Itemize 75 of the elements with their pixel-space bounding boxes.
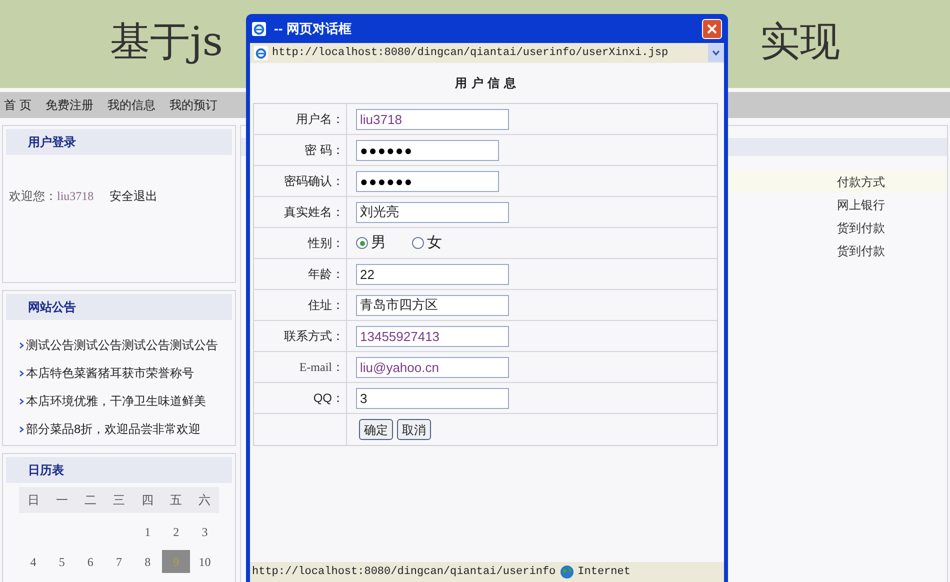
dropdown-icon[interactable] xyxy=(708,44,724,62)
notice-link[interactable]: 部分菜品8折，欢迎品尝非常欢迎 xyxy=(19,420,235,438)
input-field[interactable]: 3 xyxy=(356,388,509,408)
radio-option[interactable]: 男 xyxy=(356,232,386,254)
calendar-day[interactable]: 7 xyxy=(104,550,134,573)
nav-link[interactable]: 免费注册 xyxy=(45,96,94,114)
weekday-label: 一 xyxy=(48,487,76,513)
status-text: http://localhost:8080/dingcan/qiantai/userinfo xyxy=(252,564,556,580)
input-field[interactable]: 13455927413 xyxy=(356,326,509,346)
field-label: 用户名： xyxy=(296,111,344,128)
browser-icon xyxy=(254,46,268,60)
payment-text: 货到付款 xyxy=(837,242,885,260)
calendar-day[interactable]: 1 xyxy=(133,520,162,543)
banner-title: 实现 xyxy=(760,22,840,62)
input-field[interactable]: liu3718 xyxy=(356,108,509,130)
field-label: 密码确认： xyxy=(284,173,344,190)
notice-link[interactable]: 本店环境优雅，干净卫生味道鲜美 xyxy=(19,392,235,410)
field-label: QQ： xyxy=(313,390,344,407)
field-label: 性别： xyxy=(308,235,344,252)
weekday-label: 二 xyxy=(76,487,105,513)
calendar-day[interactable]: 5 xyxy=(48,550,76,573)
weekday-label: 四 xyxy=(133,487,162,513)
field-label: 真实姓名： xyxy=(284,204,344,221)
password-field[interactable]: ●●●●●● xyxy=(356,140,499,160)
input-field[interactable]: 青岛市四方区 xyxy=(356,294,509,316)
field-label: E-mail： xyxy=(299,359,344,376)
radio-button[interactable] xyxy=(412,237,424,249)
browser-icon xyxy=(252,22,266,36)
close-button[interactable] xyxy=(702,18,722,38)
chevron-icon xyxy=(19,398,24,404)
input-field[interactable]: liu@yahoo.cn xyxy=(356,356,509,378)
banner-title: 基于js xyxy=(110,22,223,62)
panel-title: 网站公告 xyxy=(28,299,76,316)
radio-option[interactable]: 女 xyxy=(412,232,442,254)
dialog-title: -- 网页对话框 xyxy=(274,20,352,38)
address-text: http://localhost:8080/dingcan/qiantai/userinfo/userXinxi.jsp xyxy=(272,46,668,61)
form-button[interactable]: 确定 xyxy=(359,419,393,440)
calendar-day[interactable]: 2 xyxy=(162,520,190,543)
payment-text: 货到付款 xyxy=(837,220,885,236)
chevron-icon xyxy=(19,342,24,348)
payment-text: 付款方式 xyxy=(837,174,885,190)
weekday-label: 三 xyxy=(104,487,134,513)
globe-icon xyxy=(560,565,574,579)
nav-link[interactable]: 我的信息 xyxy=(107,96,156,114)
nav-link[interactable]: 我的预订 xyxy=(169,96,218,114)
password-field[interactable]: ●●●●●● xyxy=(356,170,499,192)
notice-link[interactable]: 测试公告测试公告测试公告测试公告 xyxy=(19,336,235,354)
weekday-label: 六 xyxy=(190,487,219,513)
close-icon xyxy=(707,24,717,34)
status-zone: Internet xyxy=(578,564,630,580)
input-field[interactable]: 刘光亮 xyxy=(356,202,509,222)
welcome-text: 欢迎您：liu3718 xyxy=(9,188,94,205)
panel-title: 日历表 xyxy=(28,462,64,479)
weekday-label: 五 xyxy=(162,487,190,513)
input-field[interactable]: 22 xyxy=(356,264,509,284)
panel-title: 用户登录 xyxy=(28,134,76,151)
payment-text: 网上银行 xyxy=(837,196,885,214)
calendar-day[interactable]: 4 xyxy=(19,550,48,573)
field-label: 年龄： xyxy=(308,266,344,283)
field-label: 密 码： xyxy=(304,142,344,159)
field-label: 联系方式： xyxy=(284,328,344,345)
calendar-day[interactable]: 6 xyxy=(76,550,105,573)
notice-link[interactable]: 本店特色菜酱猪耳获市荣誉称号 xyxy=(19,364,235,382)
chevron-icon xyxy=(19,426,24,432)
calendar-day[interactable]: 10 xyxy=(190,550,219,573)
chevron-icon xyxy=(19,370,24,376)
logout-link[interactable]: 安全退出 xyxy=(110,187,158,205)
calendar-day[interactable]: 3 xyxy=(190,520,219,543)
radio-button[interactable] xyxy=(356,237,368,249)
weekday-label: 日 xyxy=(19,487,48,513)
form-heading: 用 户 信 息 xyxy=(454,75,517,92)
field-label: 住址： xyxy=(308,297,344,314)
nav-link[interactable]: 首 页 xyxy=(4,96,32,114)
calendar-day[interactable]: 8 xyxy=(133,550,162,573)
form-button[interactable]: 取消 xyxy=(397,419,431,440)
